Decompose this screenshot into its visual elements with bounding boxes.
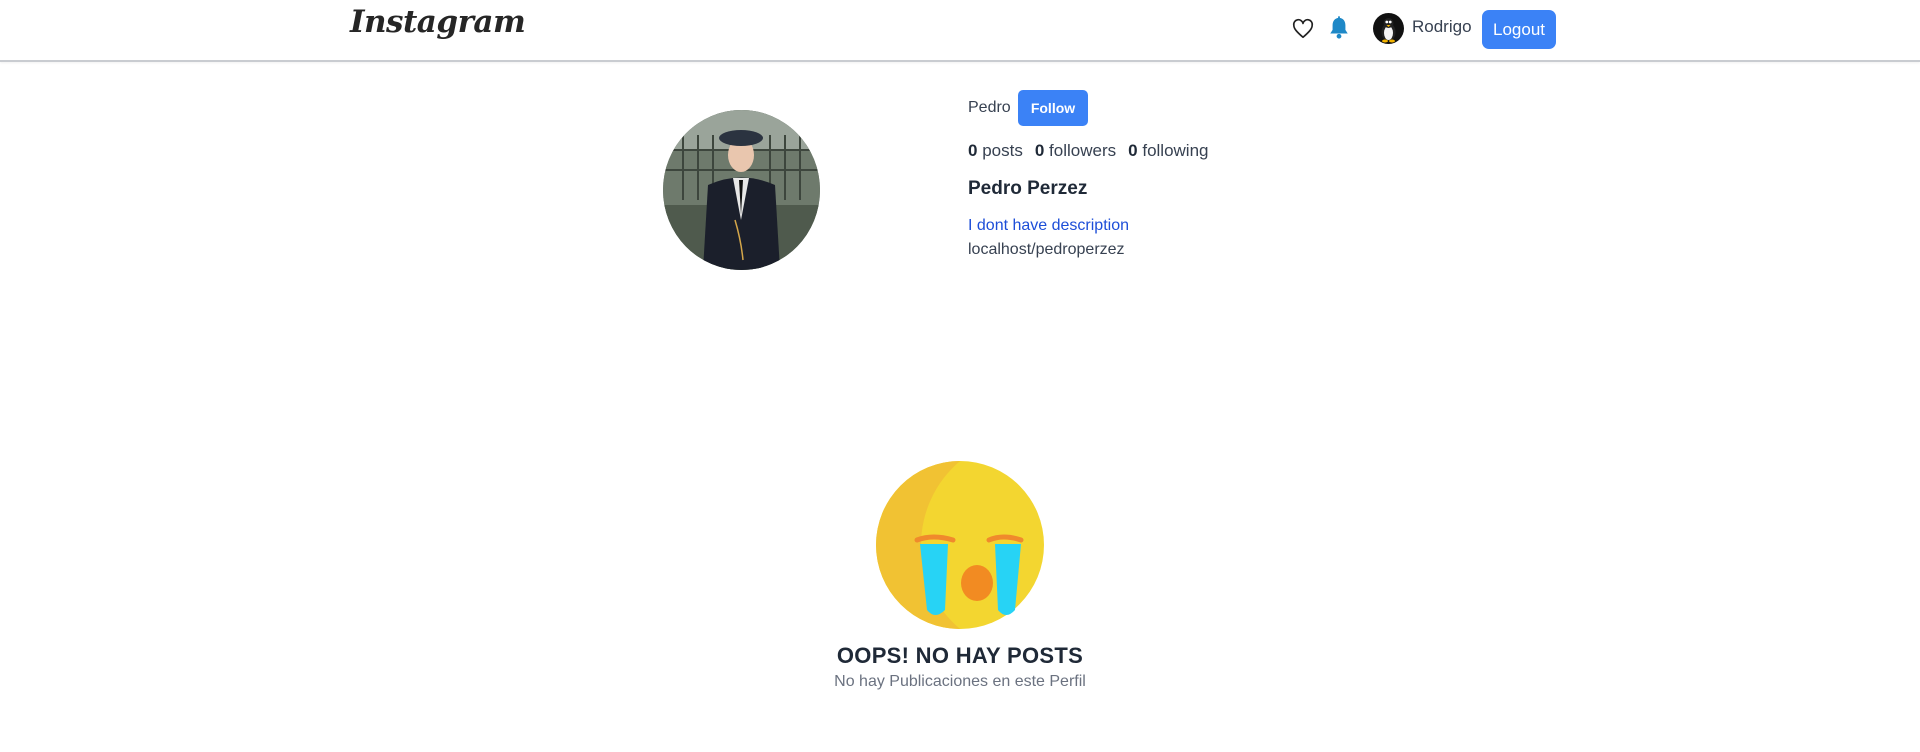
crying-face-icon	[876, 461, 1044, 629]
posts-stat[interactable]: 0 posts	[968, 141, 1023, 161]
instagram-logo[interactable]: Instagram	[350, 4, 526, 40]
followers-label: followers	[1049, 141, 1117, 160]
logout-button[interactable]: Logout	[1482, 10, 1556, 49]
profile-full-name: Pedro Perzez	[968, 178, 1088, 199]
empty-state-subtitle: No hay Publicaciones en este Perfil	[834, 673, 1086, 690]
profile-username: Pedro	[968, 99, 1011, 116]
posts-label: posts	[982, 141, 1023, 160]
profile-website-link[interactable]: localhost/pedroperzez	[968, 241, 1125, 259]
current-user-name[interactable]: Rodrigo	[1412, 17, 1472, 37]
following-label: following	[1142, 141, 1209, 160]
profile-photo	[663, 110, 820, 270]
followers-stat[interactable]: 0 followers	[1035, 141, 1116, 161]
following-stat[interactable]: 0 following	[1128, 141, 1208, 161]
profile-stats: 0 posts 0 followers 0 following	[968, 141, 1209, 161]
profile-avatar	[663, 110, 820, 270]
bell-icon[interactable]	[1328, 16, 1350, 40]
user-avatar[interactable]	[1373, 13, 1404, 44]
followers-count: 0	[1034, 141, 1045, 160]
posts-count: 0	[968, 141, 978, 160]
follow-button[interactable]: Follow	[1018, 90, 1088, 126]
empty-state-title: OOPS! NO HAY POSTS	[836, 643, 1084, 668]
penguin-icon	[1381, 18, 1396, 43]
following-count: 0	[1128, 141, 1138, 160]
profile-description: I dont have description	[968, 217, 1129, 234]
heart-icon[interactable]	[1292, 18, 1314, 40]
top-navbar: Instagram Rodrigo Logout	[0, 0, 1920, 62]
